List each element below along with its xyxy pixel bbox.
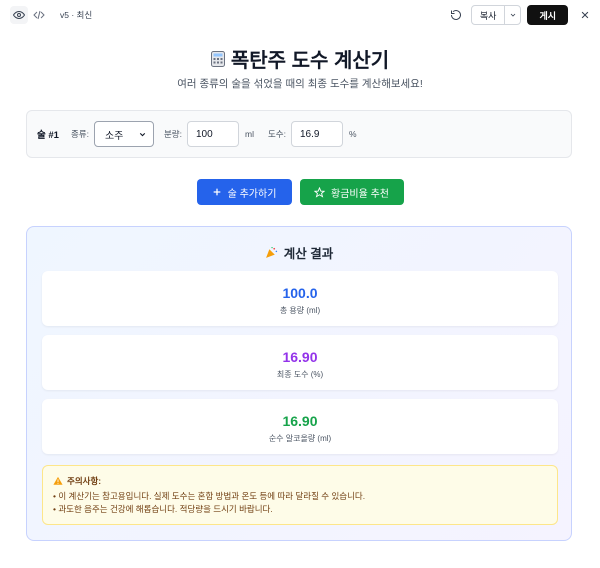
- final-abv-value: 16.90: [282, 349, 318, 365]
- abv-unit: %: [348, 129, 357, 139]
- results-header: 계산 결과: [27, 243, 571, 262]
- preview-toggle-button[interactable]: [10, 6, 28, 24]
- drink-type-label: 종류:: [70, 129, 89, 139]
- golden-ratio-button[interactable]: 황금비율 추천: [299, 179, 404, 205]
- drink-type-value: 소주: [104, 130, 124, 142]
- eye-icon: [13, 10, 25, 20]
- pure-alcohol-value: 16.90: [282, 413, 318, 429]
- chevron-down-icon: [510, 13, 516, 17]
- version-label: v5 · 최신: [60, 10, 93, 20]
- final-abv-label: 최종 도수 (%): [276, 370, 324, 379]
- code-toggle-button[interactable]: [30, 6, 48, 24]
- abv-input[interactable]: 16.9: [290, 121, 343, 147]
- page-subtitle: 여러 종류의 술을 섞었을 때의 최종 도수를 계산해보세요!: [177, 78, 423, 90]
- total-volume-card: 100.0 총 용량 (ml): [42, 271, 558, 326]
- publish-button[interactable]: 게시: [527, 5, 568, 25]
- copy-dropdown-button[interactable]: [504, 6, 520, 24]
- final-abv-card: 16.90 최종 도수 (%): [42, 335, 558, 390]
- total-volume-value: 100.0: [282, 285, 318, 301]
- pure-alcohol-label: 순수 알코올량 (ml): [268, 434, 332, 443]
- amount-unit: ml: [244, 129, 254, 139]
- amount-label: 분량:: [163, 129, 182, 139]
- action-buttons: 술 추가하기 황금비율 추천: [0, 179, 600, 205]
- celebration-icon: [265, 246, 277, 258]
- golden-ratio-label: 황금비율 추천: [331, 188, 389, 200]
- view-toggle: [8, 4, 50, 26]
- copy-button-group: 복사: [470, 5, 522, 25]
- drink-type-select[interactable]: 소주: [93, 121, 154, 147]
- refresh-icon: [450, 10, 461, 20]
- close-icon: [581, 11, 589, 19]
- drink-number-label: 술 #1: [37, 130, 59, 141]
- warning-icon: [53, 476, 63, 485]
- plus-icon: [213, 188, 220, 196]
- close-button[interactable]: [578, 8, 592, 22]
- add-drink-button[interactable]: 술 추가하기: [196, 179, 292, 205]
- refresh-button[interactable]: [447, 6, 465, 24]
- add-drink-label: 술 추가하기: [227, 188, 277, 200]
- warning-box: 주의사항: • 이 계산기는 참고용입니다. 실제 도수는 혼합 방법과 온도 …: [42, 465, 558, 525]
- pure-alcohol-card: 16.90 순수 알코올량 (ml): [42, 399, 558, 454]
- total-volume-label: 총 용량 (ml): [279, 306, 321, 315]
- results-title: 계산 결과: [283, 247, 334, 261]
- amount-input[interactable]: 100: [186, 121, 239, 147]
- warning-title: 주의사항:: [67, 476, 102, 486]
- star-icon: [314, 186, 325, 198]
- page-header: 폭탄주 도수 계산기: [0, 44, 600, 73]
- page-title: 폭탄주 도수 계산기: [230, 50, 390, 72]
- warning-line: • 이 계산기는 참고용입니다. 실제 도수는 혼합 방법과 온도 등에 따라 …: [53, 491, 366, 501]
- warning-line: • 과도한 음주는 건강에 해롭습니다. 적당량을 드시기 바랍니다.: [53, 504, 273, 514]
- results-panel: 계산 결과 100.0 총 용량 (ml) 16.90 최종 도수 (%) 16…: [26, 226, 572, 541]
- calculator-icon: [210, 50, 225, 67]
- copy-button[interactable]: 복사: [472, 6, 505, 24]
- code-icon: [33, 10, 45, 20]
- top-bar: v5 · 최신 복사 게시: [0, 0, 600, 30]
- drink-input-row: 술 #1 종류: 소주 분량: 100 ml 도수: 16.9 %: [26, 110, 572, 158]
- warning-header: 주의사항:: [53, 475, 547, 487]
- abv-label: 도수:: [267, 129, 286, 139]
- chevron-down-icon: [139, 132, 146, 136]
